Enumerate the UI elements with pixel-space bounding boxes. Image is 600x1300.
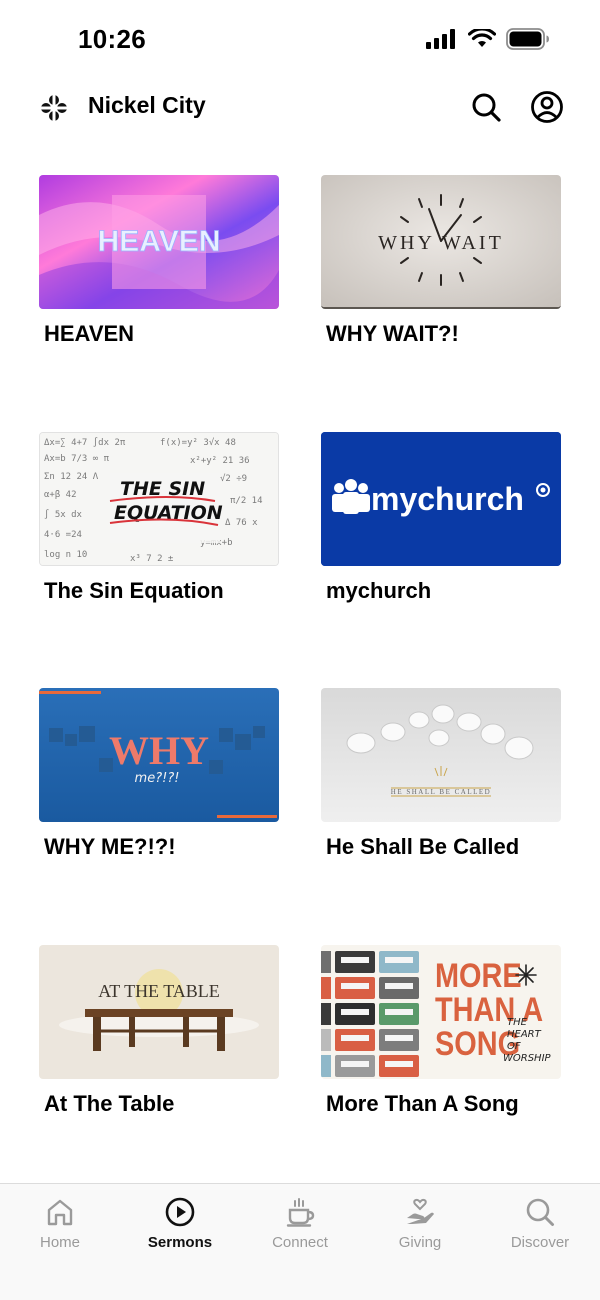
sermon-thumbnail[interactable]: HEAVEN [39, 175, 279, 309]
sermon-card[interactable]: MORE THAN A SONG THE HEART OF WORSHIP Mo… [321, 945, 561, 1117]
sermon-card[interactable]: WHY WAIT WHY WAIT?! [321, 175, 561, 347]
thumb-text: WHY WAIT [378, 232, 504, 254]
sermon-title: He Shall Be Called [326, 834, 520, 859]
sermon-thumbnail[interactable]: WHY me?!?! [39, 688, 279, 822]
search-icon[interactable] [470, 91, 502, 123]
sermon-title: mychurch [326, 578, 432, 603]
search-icon [526, 1198, 554, 1226]
thumb-text: HE SHALL BE CALLED [391, 788, 491, 796]
sermon-thumbnail[interactable]: mychurch [321, 432, 561, 566]
tab-label: Giving [398, 1234, 442, 1251]
profile-icon[interactable] [530, 90, 564, 124]
tab-sermons[interactable]: Sermons [120, 1196, 240, 1251]
church-logo-icon [40, 94, 68, 122]
sermon-thumbnail[interactable]: MORE THAN A SONG THE HEART OF WORSHIP [321, 945, 561, 1079]
tab-label: Connect [272, 1234, 328, 1251]
tab-label: Sermons [147, 1234, 213, 1251]
heart-hand-icon [407, 1198, 434, 1224]
sermon-thumbnail[interactable]: AT THE TABLE [39, 945, 279, 1079]
svg-text:x²+y² 21 36: x²+y² 21 36 [190, 456, 250, 466]
svg-text:WORSHIP: WORSHIP [503, 1053, 552, 1064]
svg-text:4·6 =24: 4·6 =24 [44, 530, 82, 540]
sermon-thumbnail[interactable]: WHY WAIT [321, 175, 561, 309]
sermon-title: WHY WAIT?! [326, 321, 459, 346]
play-circle-icon [165, 1197, 195, 1227]
svg-text:Σn 12 24 Λ: Σn 12 24 Λ [44, 472, 99, 482]
sermon-card[interactable]: WHY me?!?! WHY ME?!?! [39, 688, 279, 860]
bottom-tab-bar: Home Sermons Connect Giving Discover [0, 1183, 600, 1300]
svg-text:π/2 14: π/2 14 [230, 496, 263, 506]
sermon-card[interactable]: mychurch mychurch [321, 432, 561, 604]
thumb-text: mychurch [371, 481, 524, 517]
tab-label: Home [39, 1234, 80, 1251]
sermon-title: WHY ME?!?! [44, 834, 176, 859]
battery-icon [506, 28, 549, 50]
sermon-card[interactable]: HE SHALL BE CALLED He Shall Be Called [321, 688, 561, 860]
app-header: Nickel City [0, 80, 600, 136]
status-icons [426, 28, 550, 50]
svg-text:∫ 5x dx: ∫ 5x dx [44, 509, 83, 520]
status-bar: 10:26 [0, 0, 600, 80]
thumb-text: HEAVEN [98, 225, 221, 258]
svg-text:Δ 76 x: Δ 76 x [225, 518, 258, 528]
thumb-text: MORE [435, 956, 522, 995]
svg-text:me?!?!: me?!?! [135, 771, 180, 786]
church-name: Nickel City [88, 92, 206, 118]
tab-connect[interactable]: Connect [240, 1196, 360, 1251]
wifi-icon [468, 29, 496, 47]
svg-text:HEART: HEART [507, 1029, 542, 1040]
cellular-signal-icon [426, 29, 455, 49]
svg-text:x³ 7 2 ±: x³ 7 2 ± [130, 554, 174, 564]
sermon-title: At The Table [44, 1091, 175, 1116]
svg-text:Δx=∑ 4+7 ∫dx 2π: Δx=∑ 4+7 ∫dx 2π [44, 437, 126, 448]
status-time: 10:26 [78, 24, 146, 54]
people-icon [332, 479, 370, 514]
tab-giving[interactable]: Giving [360, 1196, 480, 1251]
svg-text:√2 ÷9: √2 ÷9 [220, 473, 247, 484]
thumb-text: AT THE TABLE [98, 981, 220, 1001]
sermon-title: HEAVEN [44, 321, 135, 346]
coffee-cup-icon [286, 1198, 315, 1227]
thumb-text: WHY [109, 728, 209, 773]
sermon-thumbnail[interactable]: Δx=∑ 4+7 ∫dx 2π f(x)=y² 3√x 48 Ax=b 7/3 … [39, 432, 279, 566]
svg-text:Ax=b 7/3 ∞ π: Ax=b 7/3 ∞ π [44, 454, 110, 464]
sermon-title: The Sin Equation [44, 578, 224, 603]
svg-text:THE: THE [507, 1017, 528, 1028]
svg-text:log n 10: log n 10 [44, 550, 87, 560]
sermon-card[interactable]: AT THE TABLE At The Table [39, 945, 279, 1117]
home-icon [47, 1199, 73, 1226]
svg-text:f(x)=y² 3√x 48: f(x)=y² 3√x 48 [160, 437, 236, 448]
sermon-card[interactable]: HEAVEN HEAVEN [39, 175, 279, 347]
sermon-card[interactable]: Δx=∑ 4+7 ∫dx 2π f(x)=y² 3√x 48 Ax=b 7/3 … [39, 432, 279, 604]
tab-discover[interactable]: Discover [480, 1196, 600, 1251]
svg-text:α+β 42: α+β 42 [44, 490, 77, 500]
tab-label: Discover [510, 1234, 570, 1251]
sermon-title: More Than A Song [326, 1091, 519, 1116]
svg-text:OF: OF [507, 1041, 521, 1052]
sermon-thumbnail[interactable]: HE SHALL BE CALLED [321, 688, 561, 822]
tab-home[interactable]: Home [0, 1196, 120, 1251]
